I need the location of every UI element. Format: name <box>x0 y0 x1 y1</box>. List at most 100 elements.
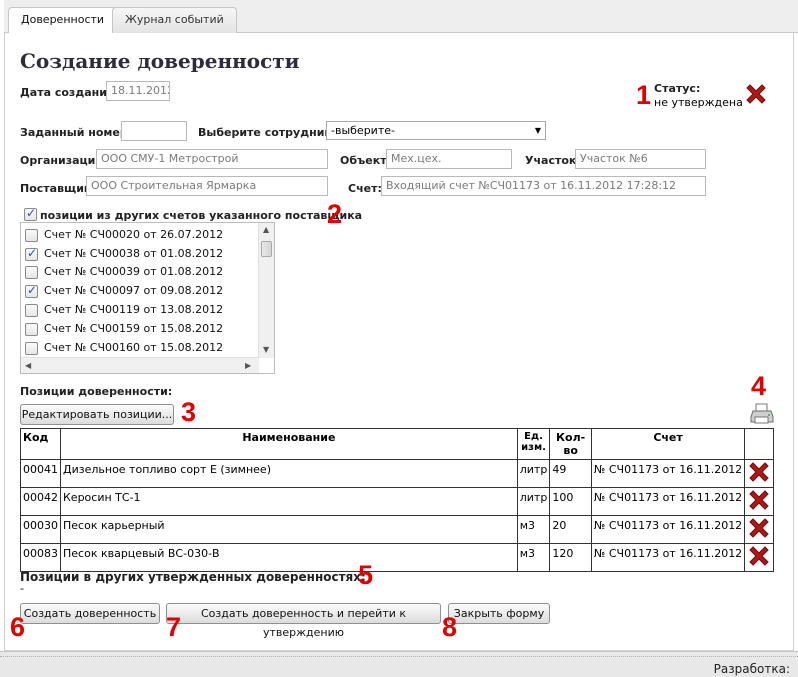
tab-doverennosti[interactable]: Доверенности <box>8 7 118 35</box>
organization-label: Организация: <box>20 154 107 167</box>
other-invoices-label: позиции из других счетов указанного пост… <box>40 209 363 222</box>
footer-divider <box>0 656 798 659</box>
tab-event-log[interactable]: Журнал событий <box>112 7 237 34</box>
positions-table: Код Наименование Ед. изм. Кол-во Счет 00… <box>20 428 774 572</box>
cell-invoice: № СЧ01173 от 16.11.2012 <box>590 515 746 544</box>
scroll-up-icon[interactable]: ▲ <box>263 225 269 234</box>
scrollbar-thumb[interactable] <box>261 241 272 257</box>
cell-qty: 100 <box>549 487 592 516</box>
status-value: не утверждена <box>654 96 743 109</box>
marker-7: 7 <box>166 612 182 642</box>
marker-6: 6 <box>10 612 26 642</box>
approved-positions-label: Позиции в других утвержденных довереннос… <box>20 570 366 584</box>
close-form-button[interactable]: Закрыть форму <box>448 603 550 624</box>
cell-unit: м3 <box>516 515 551 544</box>
create-button[interactable]: Создать доверенность <box>20 603 160 624</box>
marker-8: 8 <box>442 612 458 642</box>
cell-code: 00042 <box>20 487 61 516</box>
marker-3: 3 <box>181 397 197 427</box>
number-label: Заданный номер: <box>20 126 133 139</box>
printer-icon[interactable] <box>750 403 774 425</box>
list-item-label: Счет № СЧ00038 от 01.08.2012 <box>44 247 224 260</box>
supplier-field[interactable]: ООО Строительная Ярмарка <box>86 176 328 196</box>
organization-field[interactable]: ООО СМУ-1 Метрострой <box>96 149 328 169</box>
marker-4: 4 <box>751 371 767 401</box>
site-field[interactable]: Участок №6 <box>575 149 706 169</box>
checkbox[interactable] <box>25 265 38 279</box>
table-row: 00030 Песок карьерный м3 20 № СЧ01173 от… <box>20 515 774 544</box>
table-row: 00083 Песок кварцевый ВС-030-В м3 120 № … <box>20 543 774 572</box>
cell-delete <box>744 459 774 488</box>
tab-bar: Доверенности Журнал событий <box>4 0 798 35</box>
close-icon[interactable] <box>744 82 768 106</box>
vertical-scrollbar[interactable]: ▲ ▼ <box>258 223 274 358</box>
date-field[interactable]: 18.11.2012 <box>106 81 170 101</box>
invoice-label: Счет: <box>348 182 382 195</box>
column-header-invoice: Счет <box>590 428 746 460</box>
employee-selected: -выберите- <box>331 124 395 137</box>
employee-select[interactable]: -выберите- ▼ <box>326 121 546 140</box>
list-item[interactable]: Счет № СЧ00039 от 01.08.2012 <box>25 265 223 283</box>
footer-text: Разработка: <box>713 662 790 676</box>
checkbox-checked[interactable] <box>25 246 38 261</box>
number-input[interactable] <box>121 121 187 141</box>
scroll-right-icon[interactable]: ▶ <box>245 361 251 370</box>
cell-delete <box>744 543 774 572</box>
cell-unit: литр <box>516 487 551 516</box>
list-item[interactable]: Счет № СЧ00038 от 01.08.2012 <box>25 246 224 265</box>
create-and-approve-button[interactable]: Создать доверенность и перейти к утвержд… <box>166 603 441 639</box>
list-item[interactable]: Счет № СЧ00119 от 13.08.2012 <box>25 303 223 321</box>
scroll-down-icon[interactable]: ▼ <box>263 345 269 354</box>
other-invoices-checkbox[interactable] <box>24 206 37 221</box>
marker-1: 1 <box>636 80 652 110</box>
edit-positions-button[interactable]: Редактировать позиции... <box>20 404 174 425</box>
object-field[interactable]: Мех.цех. <box>386 149 512 169</box>
status-label: Статус: <box>654 82 701 95</box>
cell-invoice: № СЧ01173 от 16.11.2012 <box>590 543 746 572</box>
checkbox[interactable] <box>25 303 38 317</box>
column-header-code: Код <box>20 428 61 460</box>
cell-name: Дизельное топливо сорт Е (зимнее) <box>60 459 518 488</box>
invoice-field[interactable]: Входящий счет №СЧ01173 от 16.11.2012 17:… <box>381 176 706 196</box>
delete-row-icon[interactable] <box>747 544 771 568</box>
positions-label: Позиции доверенности: <box>20 385 173 398</box>
list-item-label: Счет № СЧ00020 от 26.07.2012 <box>44 228 224 241</box>
cell-qty: 120 <box>549 543 592 572</box>
cell-invoice: № СЧ01173 от 16.11.2012 <box>590 487 746 516</box>
table-row: 00042 Керосин ТС-1 литр 100 № СЧ01173 от… <box>20 487 774 516</box>
site-label: Участок: <box>525 154 581 167</box>
cell-name: Песок кварцевый ВС-030-В <box>60 543 518 572</box>
horizontal-scrollbar[interactable]: ◀ ▶ <box>21 357 259 373</box>
column-header-name: Наименование <box>60 428 518 460</box>
cell-unit: м3 <box>516 543 551 572</box>
list-item-label: Счет № СЧ00159 от 15.08.2012 <box>44 322 224 335</box>
checkbox[interactable] <box>25 228 38 242</box>
column-header-qty: Кол-во <box>549 428 592 460</box>
list-item[interactable]: Счет № СЧ00020 от 26.07.2012 <box>25 228 223 246</box>
table-row: 00041 Дизельное топливо сорт Е (зимнее) … <box>20 459 774 488</box>
delete-row-icon[interactable] <box>747 488 771 512</box>
scroll-left-icon[interactable]: ◀ <box>25 361 31 370</box>
checkbox-checked[interactable] <box>24 206 37 221</box>
delete-row-icon[interactable] <box>747 516 771 540</box>
cell-qty: 20 <box>549 515 592 544</box>
supplier-label: Поставщик: <box>20 182 96 195</box>
delete-row-icon[interactable] <box>747 460 771 484</box>
cell-code: 00030 <box>20 515 61 544</box>
checkbox-checked[interactable] <box>25 283 38 298</box>
table-header-row: Код Наименование Ед. изм. Кол-во Счет <box>20 428 774 460</box>
invoice-listbox[interactable]: Счет № СЧ00020 от 26.07.2012 Счет № СЧ00… <box>20 222 275 374</box>
date-label: Дата создания: <box>20 86 119 99</box>
cell-code: 00083 <box>20 543 61 572</box>
cell-name: Керосин ТС-1 <box>60 487 518 516</box>
list-item[interactable]: Счет № СЧ00097 от 09.08.2012 <box>25 283 223 302</box>
list-item[interactable]: Счет № СЧ00159 от 15.08.2012 <box>25 322 223 340</box>
checkbox[interactable] <box>25 322 38 336</box>
footer <box>0 651 798 677</box>
cell-unit: литр <box>516 459 551 488</box>
checkbox[interactable] <box>25 341 38 355</box>
column-header-unit: Ед. изм. <box>516 428 551 460</box>
list-item-label: Счет № СЧ00160 от 15.08.2012 <box>44 341 224 354</box>
chevron-down-icon: ▼ <box>534 126 541 135</box>
approved-positions-value: - <box>20 582 24 595</box>
